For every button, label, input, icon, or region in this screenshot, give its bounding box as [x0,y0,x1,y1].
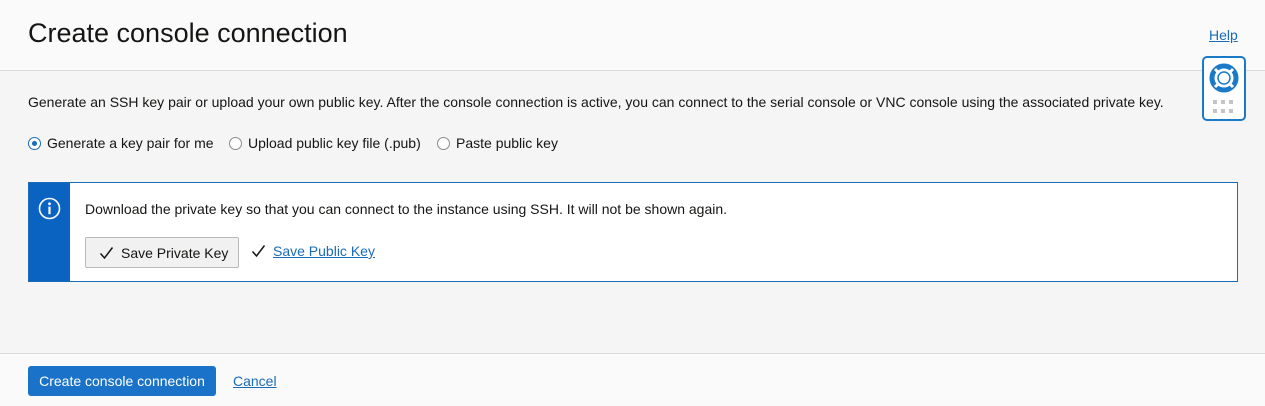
save-private-key-button[interactable]: Save Private Key [85,237,239,268]
check-icon [251,245,266,258]
radio-paste-public-key[interactable]: Paste public key [437,135,558,151]
save-public-key-label: Save Public Key [273,243,375,259]
create-console-connection-button[interactable]: Create console connection [28,366,216,396]
save-private-key-label: Save Private Key [121,244,229,261]
help-widget[interactable] [1202,56,1246,121]
radio-unselected-icon [229,136,242,150]
cancel-link[interactable]: Cancel [233,373,277,389]
help-link[interactable]: Help [1209,27,1238,43]
info-bar [29,183,70,281]
page-footer: Create console connection Cancel [0,353,1265,406]
info-message-box: Download the private key so that you can… [28,182,1238,282]
check-icon [99,246,114,259]
radio-generate-key-pair[interactable]: Generate a key pair for me [28,135,214,151]
radio-selected-icon [28,136,41,150]
info-icon [38,197,61,220]
lifebuoy-icon [1209,63,1239,93]
radio-label: Upload public key file (.pub) [248,135,421,151]
radio-label: Paste public key [456,135,558,151]
description-text: Generate an SSH key pair or upload your … [28,94,1164,110]
save-public-key-link[interactable]: Save Public Key [251,243,375,259]
radio-label: Generate a key pair for me [47,135,214,151]
radio-upload-public-key[interactable]: Upload public key file (.pub) [229,135,421,151]
page-header: Create console connection Help [0,0,1265,71]
grid-handle-icon [1213,100,1235,114]
info-text: Download the private key so that you can… [85,201,728,217]
page-title: Create console connection [28,18,348,48]
radio-unselected-icon [437,136,450,150]
